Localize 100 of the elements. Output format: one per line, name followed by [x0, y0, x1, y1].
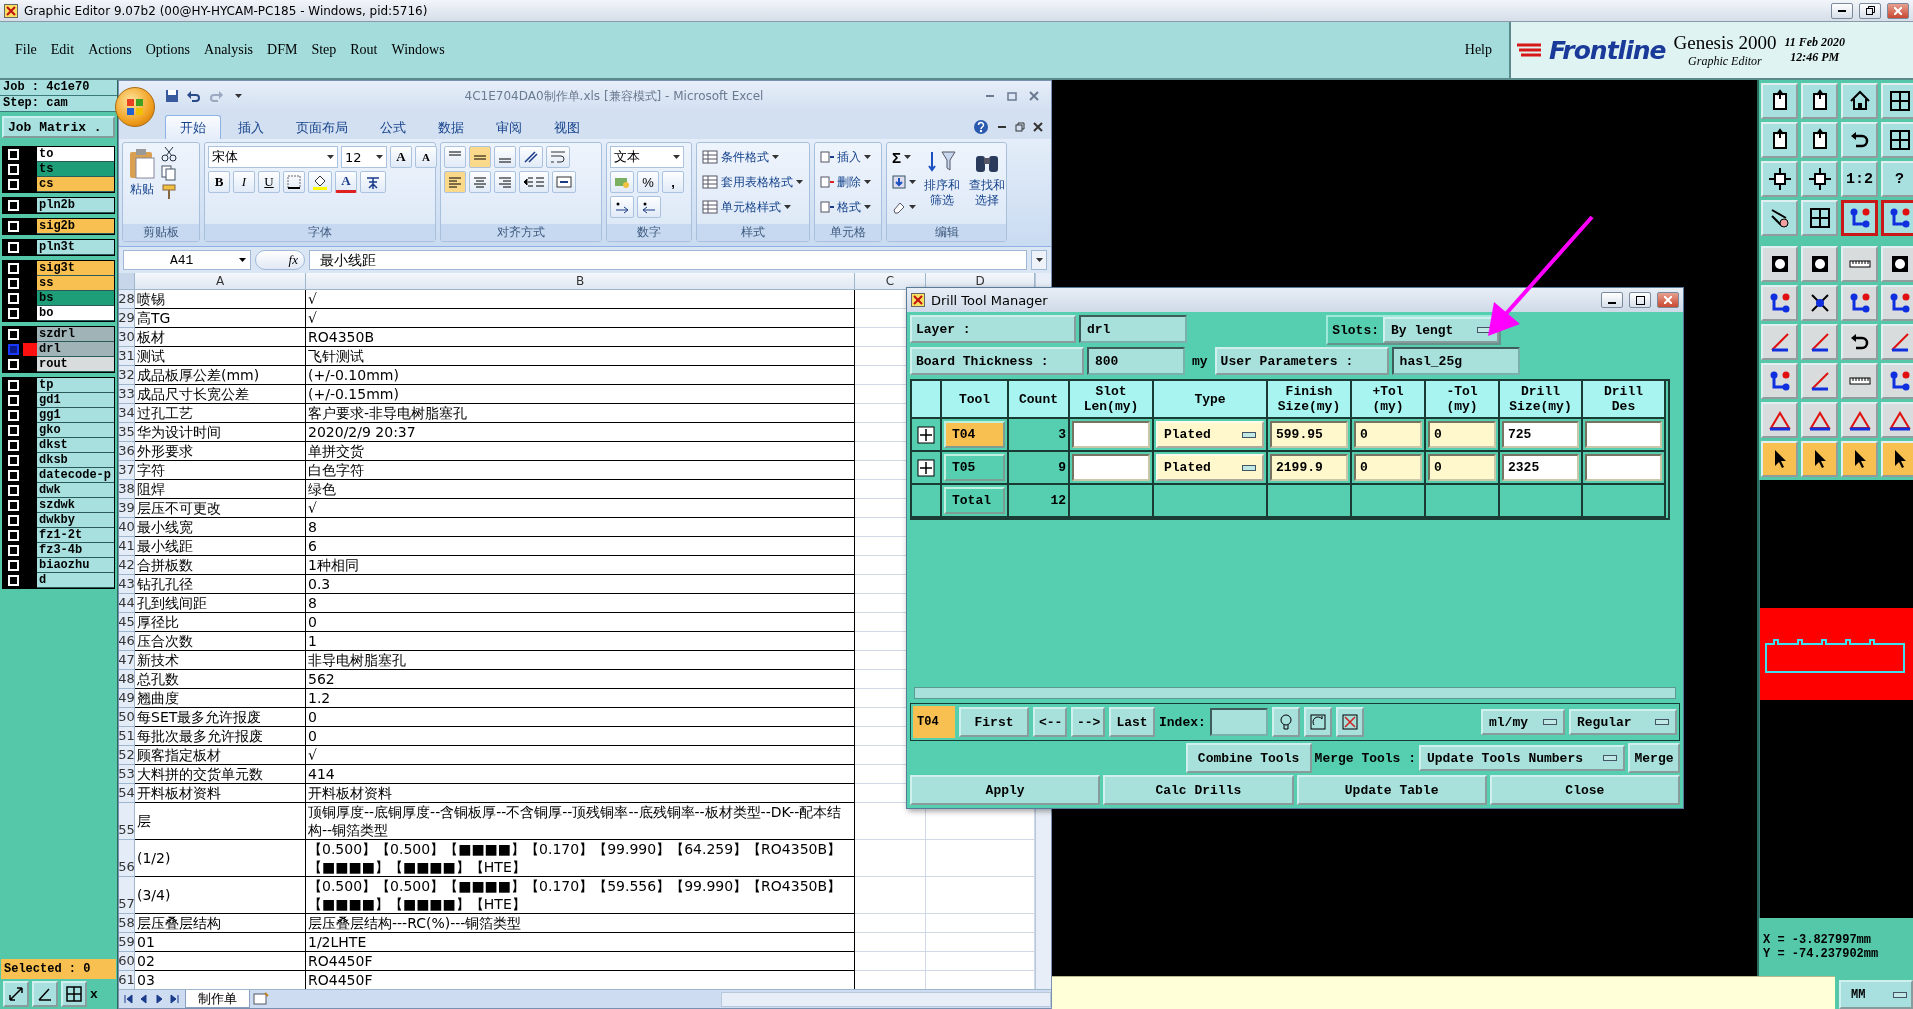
row-header[interactable]: 34	[119, 404, 135, 423]
ribbon-tab[interactable]: 公式	[365, 115, 421, 139]
row-header[interactable]: 40	[119, 518, 135, 537]
tool-tag[interactable]: T05	[944, 454, 1005, 481]
row-header[interactable]: 28	[119, 290, 135, 309]
last-button[interactable]: Last	[1109, 707, 1155, 737]
merge-mode-dropdown[interactable]: Update Tools Numbers	[1419, 745, 1625, 771]
menu-item[interactable]: File	[8, 40, 44, 60]
merge-button[interactable]: Merge	[1628, 743, 1680, 773]
dialog-button[interactable]: Calc Drills	[1103, 775, 1294, 805]
insert-function-button[interactable]: fx	[255, 250, 305, 270]
row-header[interactable]: 38	[119, 480, 135, 499]
row-header[interactable]: 29	[119, 309, 135, 328]
plus-tolerance-field[interactable]: 0	[1354, 421, 1422, 448]
sort-filter-button[interactable]: 排序和筛选	[921, 146, 963, 221]
bold-button[interactable]: B	[208, 171, 230, 193]
type-dropdown[interactable]: Plated	[1156, 454, 1264, 481]
find-select-button[interactable]: 查找和选择	[966, 146, 1008, 221]
layer-name[interactable]: pln2b	[37, 198, 114, 213]
units-dropdown[interactable]: ml/my	[1481, 709, 1565, 735]
font-size-field[interactable]: 12	[341, 146, 387, 168]
menu-item[interactable]: Options	[138, 40, 198, 60]
mode-dropdown[interactable]: Regular	[1569, 709, 1677, 735]
ribbon-tab[interactable]: 视图	[539, 115, 595, 139]
finish-size-field[interactable]: 599.95	[1270, 421, 1348, 448]
minus-tolerance-field[interactable]: 0	[1428, 421, 1496, 448]
menu-item[interactable]: Edit	[43, 40, 82, 60]
layer-name[interactable]: szdwk	[37, 498, 114, 513]
layer-name[interactable]: rout	[37, 357, 114, 372]
layer-name[interactable]: dksb	[37, 453, 114, 468]
row-header[interactable]: 46	[119, 632, 135, 651]
layer-name[interactable]: sig3t	[37, 261, 114, 276]
previous-button[interactable]: <--	[1033, 707, 1067, 737]
row-header[interactable]: 45	[119, 613, 135, 632]
layer-name[interactable]: bo	[37, 306, 114, 321]
row-header[interactable]: 58	[119, 914, 135, 933]
ribbon-tab[interactable]: 插入	[223, 115, 279, 139]
shrink-font-button[interactable]: A	[415, 146, 437, 168]
underline-button[interactable]: U	[258, 171, 280, 193]
sheet-tab[interactable]: 制作单	[185, 990, 250, 1008]
row-header[interactable]: 49	[119, 689, 135, 708]
layer-name[interactable]: dwk	[37, 483, 114, 498]
tool-button[interactable]: 1:2	[1841, 161, 1878, 197]
row-header[interactable]: 59	[119, 933, 135, 952]
tool-button[interactable]: ?	[1881, 161, 1913, 197]
row-header[interactable]: 36	[119, 442, 135, 461]
dialog-button[interactable]: Apply	[910, 775, 1101, 805]
menu-item[interactable]: Analysis	[197, 40, 261, 60]
row-header[interactable]: 50	[119, 708, 135, 727]
menu-item[interactable]: Step	[304, 40, 344, 60]
row-header[interactable]: 60	[119, 952, 135, 971]
layer-name[interactable]: pln3t	[37, 240, 114, 255]
ribbon-tab[interactable]: 数据	[423, 115, 479, 139]
italic-button[interactable]: I	[233, 171, 255, 193]
drill-size-field[interactable]: 725	[1502, 421, 1579, 448]
row-header[interactable]: 51	[119, 727, 135, 746]
layer-name[interactable]: gko	[37, 423, 114, 438]
row-header[interactable]: 61	[119, 971, 135, 989]
percent-button[interactable]: %	[637, 171, 659, 193]
sum-button[interactable]: Σ	[890, 146, 918, 168]
row-header[interactable]: 41	[119, 537, 135, 556]
row-header[interactable]: 52	[119, 746, 135, 765]
layer-name[interactable]: drl	[37, 342, 114, 357]
layer-name[interactable]: tp	[37, 378, 114, 393]
menu-item[interactable]: Windows	[384, 40, 452, 60]
layer-name[interactable]: d	[37, 573, 114, 588]
row-header[interactable]: 57	[119, 877, 135, 914]
layer-name[interactable]: gg1	[37, 408, 114, 423]
layer-name[interactable]: fz1-2t	[37, 528, 114, 543]
minus-tolerance-field[interactable]: 0	[1428, 454, 1496, 481]
layer-name[interactable]: ts	[37, 162, 114, 177]
cells-menu-button[interactable]: 删除	[818, 171, 873, 193]
row-header[interactable]: 30	[119, 328, 135, 347]
ribbon-tab[interactable]: 页面布局	[281, 115, 363, 139]
comma-button[interactable]: ,	[662, 171, 684, 193]
row-header[interactable]: 35	[119, 423, 135, 442]
dialog-button[interactable]: Close	[1489, 775, 1680, 805]
row-header[interactable]: 32	[119, 366, 135, 385]
row-header[interactable]: 44	[119, 594, 135, 613]
layer-field[interactable]: drl	[1079, 315, 1187, 343]
style-menu-button[interactable]: 套用表格格式	[700, 171, 805, 193]
row-header[interactable]: 43	[119, 575, 135, 594]
row-header[interactable]: 48	[119, 670, 135, 689]
layer-name[interactable]: sig2b	[37, 219, 114, 234]
layer-name[interactable]: datecode-p	[37, 468, 114, 483]
name-box[interactable]: A41	[123, 250, 251, 270]
row-header[interactable]: 55	[119, 803, 135, 840]
style-menu-button[interactable]: 单元格样式	[700, 196, 805, 218]
layer-name[interactable]: fz3-4b	[37, 543, 114, 558]
font-name-field[interactable]: 宋体	[208, 146, 338, 168]
number-format-field[interactable]: 文本	[610, 146, 684, 168]
tool-tag[interactable]: T04	[944, 421, 1005, 448]
layer-name[interactable]: cs	[37, 177, 114, 192]
layer-name[interactable]: dwkby	[37, 513, 114, 528]
layer-name[interactable]: dkst	[37, 438, 114, 453]
dialog-button[interactable]: Update Table	[1296, 775, 1487, 805]
menu-item[interactable]: Rout	[343, 40, 385, 60]
menu-item[interactable]: DFM	[260, 40, 305, 60]
row-header[interactable]: 53	[119, 765, 135, 784]
layer-name[interactable]: szdrl	[37, 327, 114, 342]
